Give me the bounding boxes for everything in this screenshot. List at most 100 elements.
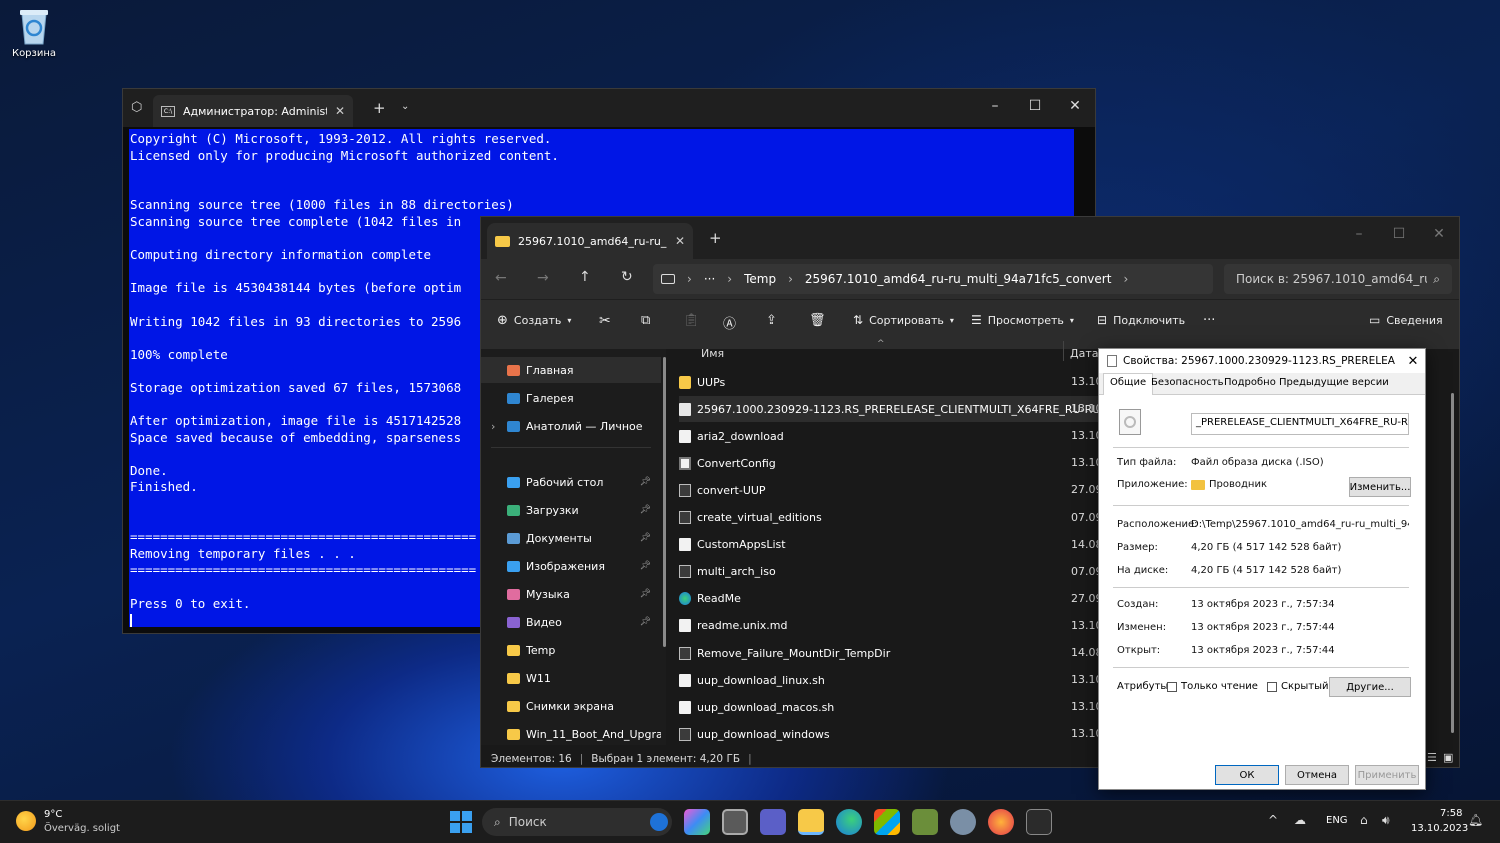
new-tab-icon[interactable]: + [709, 229, 722, 247]
tab-details[interactable]: Подробно [1224, 377, 1276, 388]
address-bar[interactable]: › ··· › Temp › 25967.1010_amd64_ru-ru_mu… [653, 264, 1213, 294]
readonly-checkbox[interactable] [1167, 681, 1177, 692]
file-list-scrollbar[interactable] [1451, 393, 1454, 733]
sidebar-item[interactable]: Главная [481, 357, 661, 383]
copy-icon[interactable]: ⧉ [641, 313, 650, 328]
share-icon[interactable]: ⇪ [766, 313, 777, 328]
network-icon[interactable]: ⌂ [1360, 813, 1368, 827]
file-row[interactable]: convert-UUP [679, 477, 1099, 503]
create-button[interactable]: ⊕ Создать ▾ [497, 313, 571, 328]
up-arrow-icon[interactable]: ↑ [579, 269, 591, 285]
sidebar-item[interactable]: Снимки экрана [481, 693, 661, 719]
breadcrumb-temp[interactable]: Temp [744, 272, 776, 286]
file-row[interactable]: readme.unix.md [679, 613, 1099, 639]
task-view-icon[interactable] [722, 809, 748, 835]
list-view-icon[interactable]: ☰ [1427, 751, 1437, 764]
pin-icon[interactable]: 📌︎ [640, 561, 651, 571]
recycle-bin[interactable]: Корзина [8, 6, 60, 68]
pin-icon[interactable]: 📌︎ [640, 477, 651, 487]
tab-security[interactable]: Безопасность [1151, 377, 1224, 388]
clock-time[interactable]: 7:58 [1440, 808, 1462, 819]
hidden-checkbox[interactable] [1267, 681, 1277, 692]
teams-icon[interactable] [760, 809, 786, 835]
settings-gear-icon[interactable] [950, 809, 976, 835]
cancel-button[interactable]: Отмена [1285, 765, 1349, 785]
maximize-button[interactable]: ☐ [1015, 89, 1055, 123]
explorer-tabbar[interactable]: 25967.1010_amd64_ru-ru_mult ✕ + – ☐ ✕ [481, 217, 1459, 259]
pin-icon[interactable]: 📌︎ [640, 589, 651, 599]
new-tab-icon[interactable]: + [373, 99, 386, 117]
chevron-up-icon[interactable]: ^ [1268, 813, 1278, 827]
widgets-copilot-icon[interactable] [684, 809, 710, 835]
file-row[interactable]: CustomAppsList [679, 532, 1099, 558]
weather-icon[interactable] [16, 811, 36, 831]
file-row[interactable]: ConvertConfig [679, 450, 1099, 476]
search-box[interactable]: Поиск в: 25967.1010_amd64_ru-ru ⌕ [1224, 264, 1452, 294]
minecraft-icon[interactable] [912, 809, 938, 835]
paste-icon[interactable]: 📋︎ [683, 313, 700, 328]
file-row[interactable]: aria2_download [679, 423, 1099, 449]
sidebar-item[interactable]: Музыка 📌︎ [481, 581, 661, 607]
sort-button[interactable]: ⇅ Сортировать ▾ [853, 313, 954, 327]
sidebar-item[interactable]: › Анатолий — Личное [481, 413, 661, 439]
terminal-tab[interactable]: C:\ Администратор: Administrat ✕ [153, 95, 353, 127]
tab-general[interactable]: Общие [1103, 373, 1154, 395]
rename-icon[interactable]: Ⓐ [723, 313, 736, 332]
refresh-icon[interactable]: ↻ [621, 269, 633, 285]
explorer-tab[interactable]: 25967.1010_amd64_ru-ru_mult ✕ [487, 223, 693, 259]
file-row[interactable]: multi_arch_iso [679, 559, 1099, 585]
more-options-icon[interactable]: ··· [1203, 313, 1215, 328]
file-row[interactable]: UUPs [679, 369, 1099, 395]
minimize-button[interactable]: – [1339, 217, 1379, 251]
ok-button[interactable]: ОК [1215, 765, 1279, 785]
clock-date[interactable]: 13.10.2023 [1411, 823, 1468, 834]
sidebar-item[interactable]: Win_11_Boot_And_Upgrade_ [481, 721, 661, 747]
view-button[interactable]: ☰ Просмотреть ▾ [971, 313, 1074, 327]
taskbar-search[interactable]: ⌕ Поиск [482, 808, 672, 836]
sidebar-item[interactable]: Галерея [481, 385, 661, 411]
sidebar-scrollbar[interactable] [663, 357, 666, 647]
properties-titlebar[interactable]: Свойства: 25967.1000.230929-1123.RS_PRER… [1099, 349, 1425, 373]
file-list[interactable]: UUPs 13.10. 25967.1000.230929-1123.RS_PRER… [671, 339, 1106, 745]
apply-button[interactable]: Применить [1355, 765, 1419, 785]
chevron-right-icon[interactable]: › [491, 420, 495, 433]
store-icon[interactable] [874, 809, 900, 835]
close-tab-icon[interactable]: ✕ [675, 234, 685, 248]
language-indicator[interactable]: ENG [1326, 815, 1348, 826]
volume-icon[interactable]: 🔊︎ [1382, 813, 1390, 828]
weather-temp[interactable]: 9°C [44, 809, 62, 820]
tiles-view-icon[interactable]: ▣ [1443, 751, 1453, 764]
sidebar-item[interactable]: Рабочий стол 📌︎ [481, 469, 661, 495]
close-tab-icon[interactable]: ✕ [335, 104, 345, 118]
breadcrumb-more[interactable]: ··· [704, 272, 715, 286]
filename-field[interactable]: _PRERELEASE_CLIENTMULTI_X64FRE_RU-RU [1191, 413, 1409, 435]
sidebar-item[interactable]: Документы 📌︎ [481, 525, 661, 551]
details-button[interactable]: ▭ Сведения [1369, 313, 1443, 327]
delete-icon[interactable]: 🗑︎ [809, 313, 826, 328]
sidebar-item[interactable]: Видео 📌︎ [481, 609, 661, 635]
weather-desc[interactable]: Överväg. soligt [44, 823, 120, 834]
file-explorer-icon[interactable] [798, 809, 824, 835]
sidebar-item[interactable]: W11 [481, 665, 661, 691]
file-row[interactable]: uup_download_macos.sh [679, 694, 1099, 720]
sidebar-item[interactable]: Изображения 📌︎ [481, 553, 661, 579]
close-icon[interactable]: ✕ [1401, 354, 1425, 369]
sidebar-item[interactable]: Загрузки 📌︎ [481, 497, 661, 523]
start-icon[interactable] [450, 811, 472, 833]
file-row[interactable]: Remove_Failure_MountDir_TempDir [679, 640, 1099, 666]
properties-dialog[interactable]: Свойства: 25967.1000.230929-1123.RS_PRER… [1098, 348, 1426, 790]
change-button[interactable]: Изменить... [1349, 477, 1411, 497]
file-row[interactable]: uup_download_linux.sh [679, 667, 1099, 693]
firefox-icon[interactable] [988, 809, 1014, 835]
notification-bell-icon[interactable]: 🔔︎ [1468, 813, 1483, 827]
minimize-button[interactable]: – [975, 89, 1015, 123]
file-row[interactable]: ReadMe [679, 586, 1099, 612]
breadcrumb-current[interactable]: 25967.1010_amd64_ru-ru_multi_94a71fc5_co… [805, 272, 1112, 286]
chevron-down-icon[interactable]: ⌄ [401, 101, 409, 112]
onedrive-icon[interactable]: ☁ [1294, 813, 1306, 827]
maximize-button[interactable]: ☐ [1379, 217, 1419, 251]
close-button[interactable]: ✕ [1419, 217, 1459, 251]
terminal-titlebar[interactable]: ⬡ C:\ Администратор: Administrat ✕ + ⌄ –… [123, 89, 1095, 127]
advanced-button[interactable]: Другие... [1329, 677, 1411, 697]
edge-icon[interactable] [836, 809, 862, 835]
